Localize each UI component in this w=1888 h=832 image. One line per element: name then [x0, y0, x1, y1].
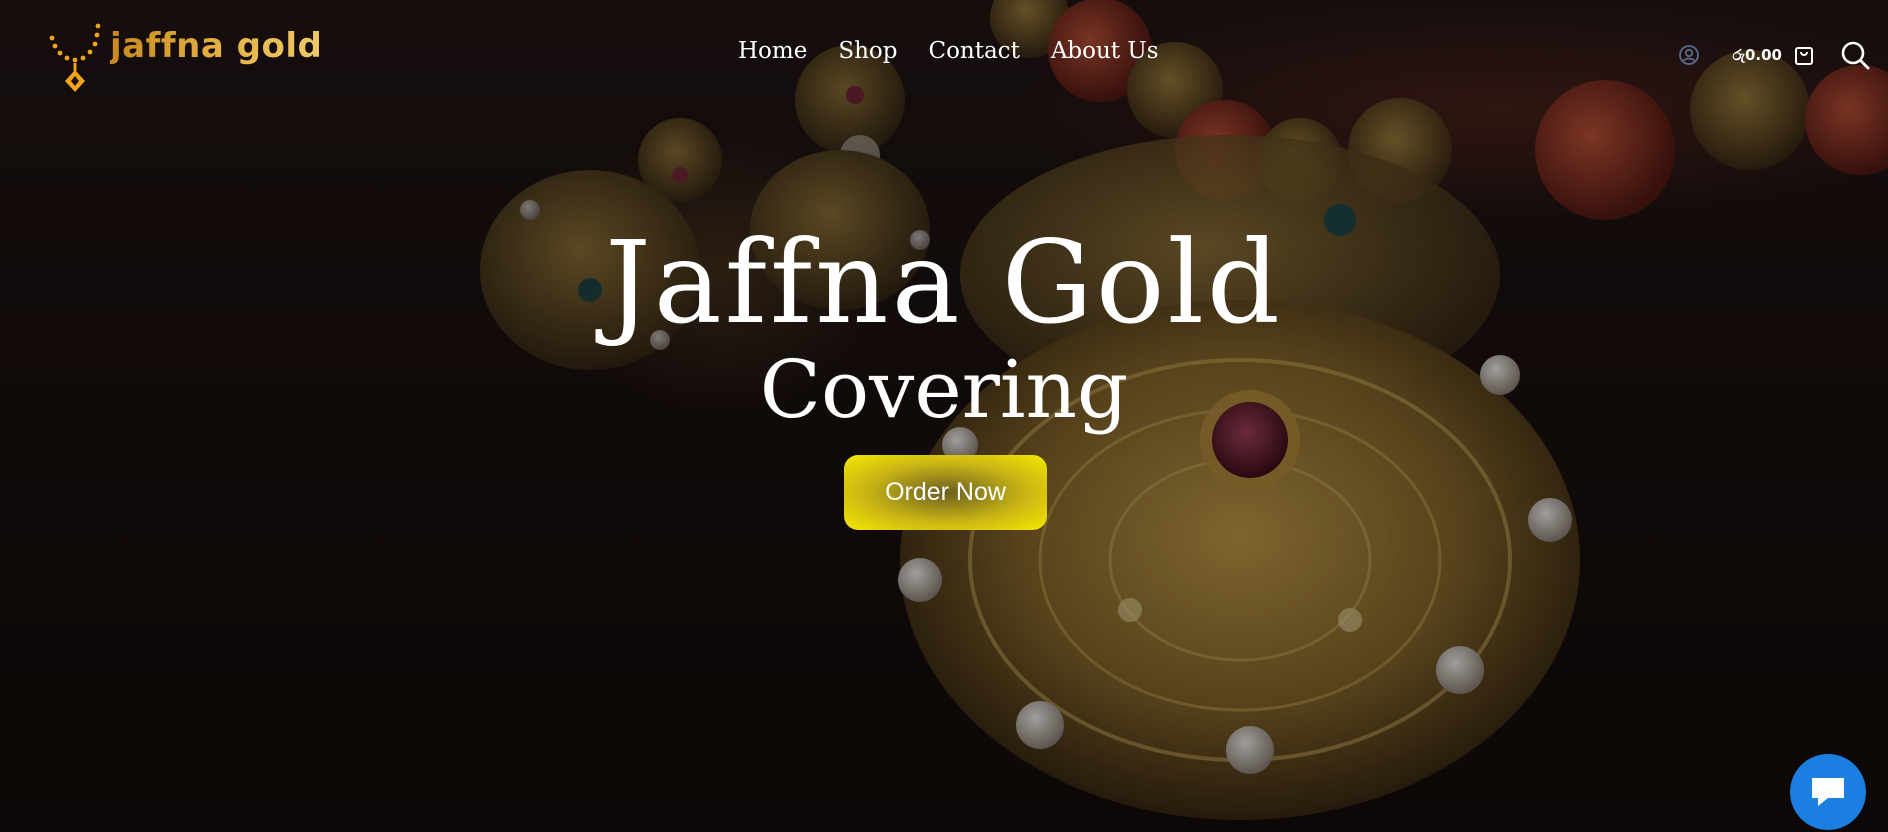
nav-item-shop[interactable]: Shop: [838, 38, 897, 64]
nav-item-about-us[interactable]: About Us: [1051, 38, 1159, 64]
user-circle-icon[interactable]: [1678, 44, 1700, 66]
order-now-button[interactable]: Order Now: [844, 455, 1047, 530]
logo-text: jaffna gold: [110, 26, 323, 66]
chat-widget-button[interactable]: [1790, 754, 1866, 830]
hero-section: jaffna gold Home Shop Contact About Us ර…: [0, 0, 1888, 832]
nav-item-home[interactable]: Home: [738, 38, 807, 64]
site-logo[interactable]: jaffna gold: [48, 20, 322, 92]
necklace-logo-icon: [49, 23, 101, 92]
nav-item-contact[interactable]: Contact: [928, 38, 1019, 64]
shopping-bag-icon[interactable]: [1794, 44, 1814, 66]
hero-title: Jaffna Gold: [605, 216, 1283, 349]
cart-total[interactable]: රු0.00: [1732, 46, 1782, 64]
hero-subtitle: Covering: [759, 343, 1129, 436]
header-actions: රු0.00: [1678, 40, 1870, 70]
main-navigation: Home Shop Contact About Us: [738, 38, 1159, 64]
chat-bubble-icon: [1812, 778, 1844, 806]
search-icon[interactable]: [1840, 40, 1870, 70]
